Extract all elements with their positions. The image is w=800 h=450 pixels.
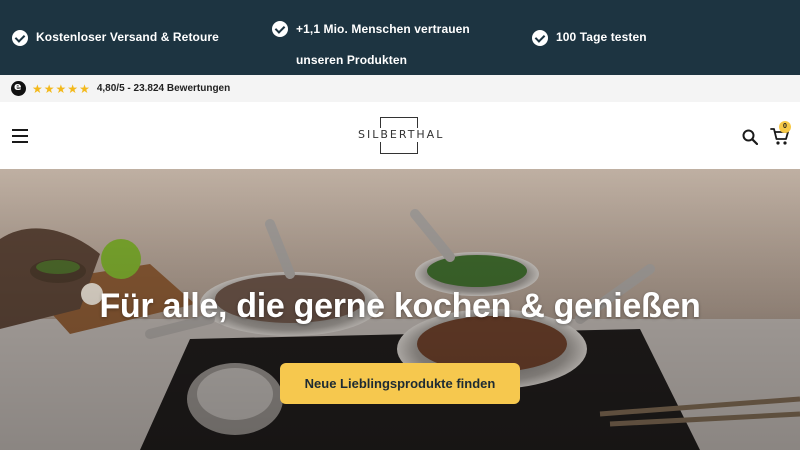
check-circle-icon <box>532 30 548 46</box>
hero-banner: Für alle, die gerne kochen & genießen Ne… <box>0 169 800 450</box>
usp-item-shipping: Kostenloser Versand & Retoure <box>12 30 219 46</box>
site-logo[interactable]: SILBERTHAL <box>358 117 442 154</box>
logo-text: SILBERTHAL <box>358 128 445 142</box>
usp-text: Kostenloser Versand & Retoure <box>36 30 219 44</box>
hero-title: Für alle, die gerne kochen & genießen <box>99 287 701 325</box>
rating-strip[interactable]: ★ ★ ★ ★ ★ 4,80/5 - 23.824 Bewertungen <box>0 75 800 102</box>
trusted-shops-icon <box>11 80 26 96</box>
usp-text: 100 Tage testen <box>556 30 647 44</box>
usp-item-trust: +1,1 Mio. Menschen vertrauen unseren Pro… <box>272 14 512 76</box>
cart-count-badge: 0 <box>779 121 791 133</box>
usp-text: +1,1 Mio. Menschen vertrauen unseren Pro… <box>296 22 470 67</box>
check-circle-icon <box>272 21 288 37</box>
star-icon: ★ <box>32 81 43 96</box>
star-icon: ★ <box>55 81 67 96</box>
hamburger-menu-icon[interactable] <box>12 129 28 143</box>
usp-bar: Kostenloser Versand & Retoure +1,1 Mio. … <box>0 0 800 75</box>
usp-item-trial: 100 Tage testen <box>532 30 647 46</box>
check-circle-icon <box>12 30 28 46</box>
rating-stars: ★ ★ ★ ★ ★ <box>32 83 91 95</box>
site-header: SILBERTHAL <box>0 102 800 169</box>
cta-button[interactable]: Neue Lieblingsprodukte finden <box>280 363 520 404</box>
star-icon: ★ <box>67 81 79 96</box>
rating-text: 4,80/5 - 23.824 Bewertungen <box>96 83 231 94</box>
star-icon: ★ <box>79 81 90 96</box>
search-icon[interactable] <box>742 129 758 145</box>
star-icon: ★ <box>43 81 55 96</box>
